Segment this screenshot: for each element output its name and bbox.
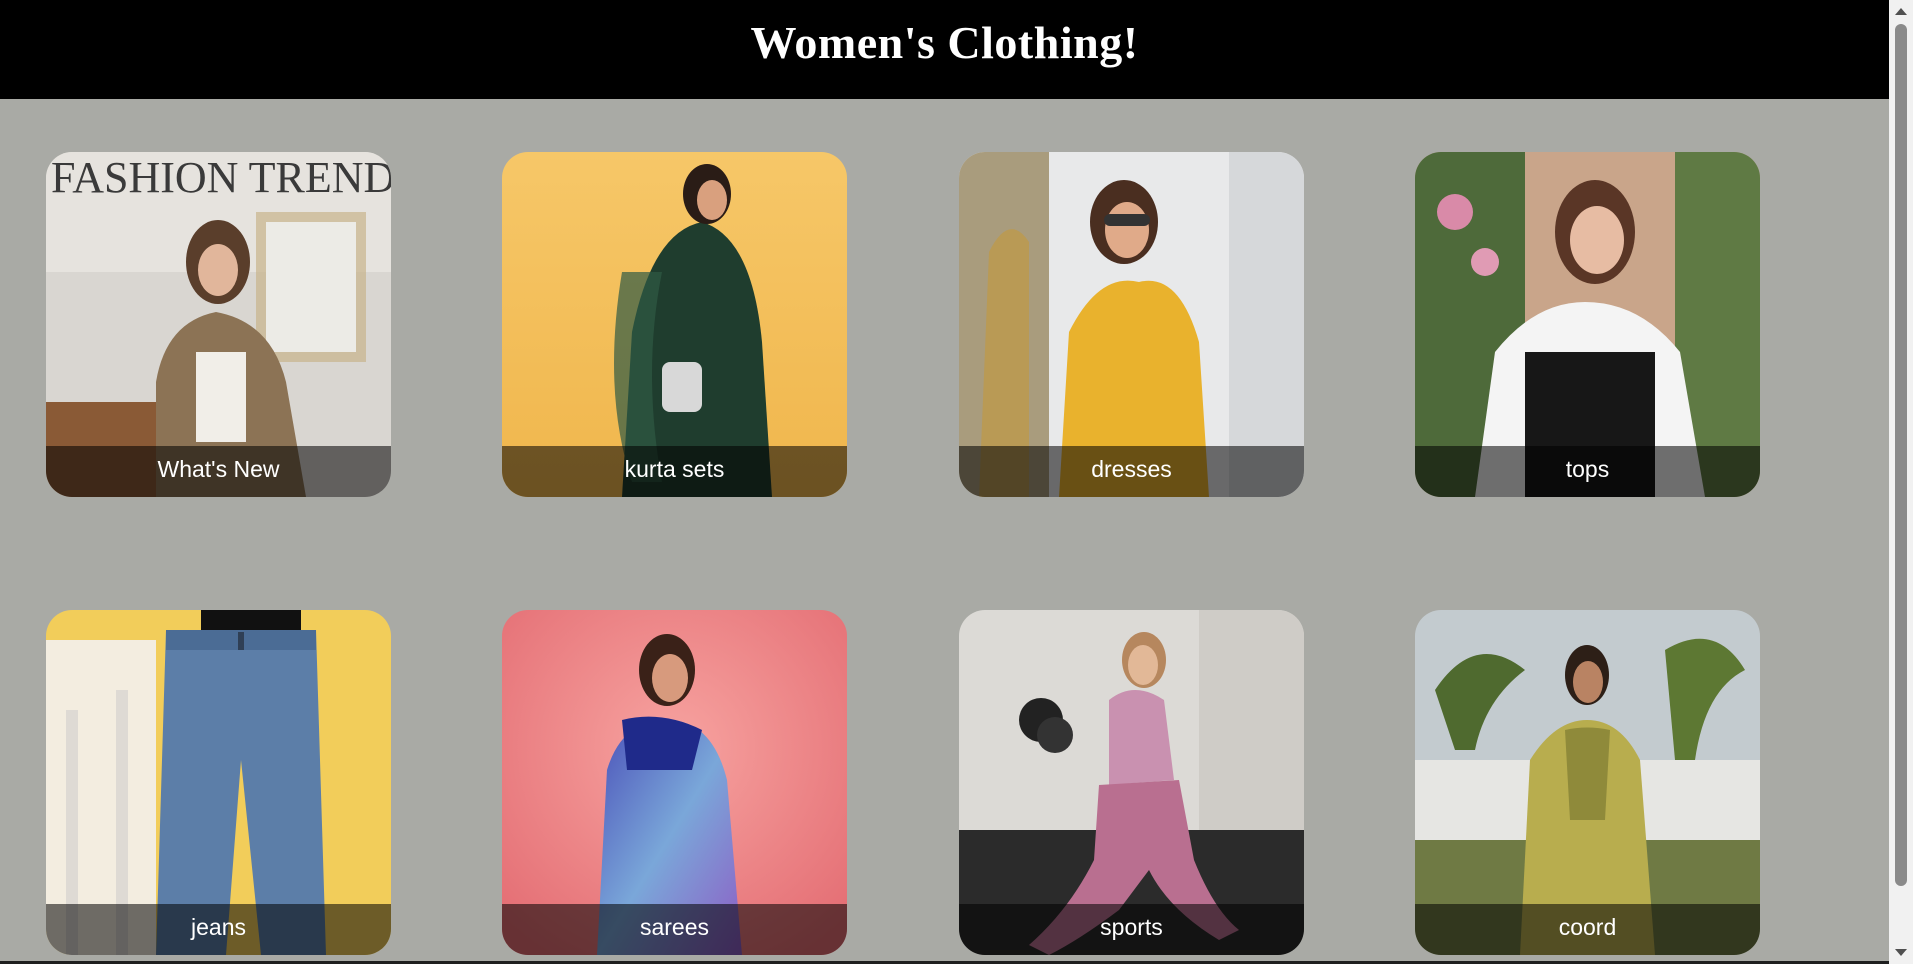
- category-card-jeans[interactable]: jeans: [46, 610, 391, 955]
- vertical-scrollbar[interactable]: [1889, 0, 1913, 964]
- category-label: What's New: [46, 446, 391, 497]
- scroll-down-icon[interactable]: [1895, 949, 1907, 956]
- category-card-sports[interactable]: sports: [959, 610, 1304, 955]
- category-card-whats-new[interactable]: FASHION TRENDS What's New: [46, 152, 391, 497]
- page: Women's Clothing! FASHION TRENDS What's …: [0, 0, 1889, 964]
- category-card-sarees[interactable]: sarees: [502, 610, 847, 955]
- scrollbar-thumb[interactable]: [1895, 24, 1907, 886]
- category-label: tops: [1415, 446, 1760, 497]
- svg-text:FASHION TRENDS: FASHION TRENDS: [51, 153, 391, 202]
- page-header: Women's Clothing!: [0, 0, 1889, 99]
- category-card-tops[interactable]: tops: [1415, 152, 1760, 497]
- category-label: coord: [1415, 904, 1760, 955]
- category-card-dresses[interactable]: dresses: [959, 152, 1304, 497]
- category-label: kurta sets: [502, 446, 847, 497]
- category-label: sports: [959, 904, 1304, 955]
- page-title: Women's Clothing!: [750, 17, 1139, 68]
- category-label: dresses: [959, 446, 1304, 497]
- category-label: sarees: [502, 904, 847, 955]
- category-card-kurta-sets[interactable]: kurta sets: [502, 152, 847, 497]
- category-card-coord[interactable]: coord: [1415, 610, 1760, 955]
- category-label: jeans: [46, 904, 391, 955]
- scroll-up-icon[interactable]: [1895, 8, 1907, 15]
